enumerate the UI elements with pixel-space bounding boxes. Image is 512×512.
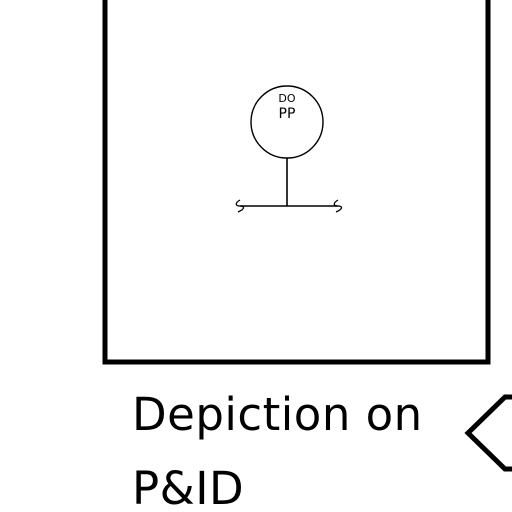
- caption-line-1: Depiction on: [132, 388, 423, 441]
- process-pipe: [235, 199, 343, 213]
- pipe-break-left: [235, 199, 245, 213]
- pipe-break-right: [333, 199, 343, 213]
- instrument-tag-bottom: PP: [279, 106, 296, 122]
- instrument-bubble: DO PP: [250, 85, 324, 159]
- depiction-frame: [102, 0, 491, 365]
- instrument-tag-top: DO: [278, 92, 295, 105]
- caption-line-2: P&ID: [132, 462, 245, 512]
- diagram-canvas: DO PP Depiction on P&ID: [0, 0, 512, 512]
- left-arrow-outline-icon: [464, 394, 512, 472]
